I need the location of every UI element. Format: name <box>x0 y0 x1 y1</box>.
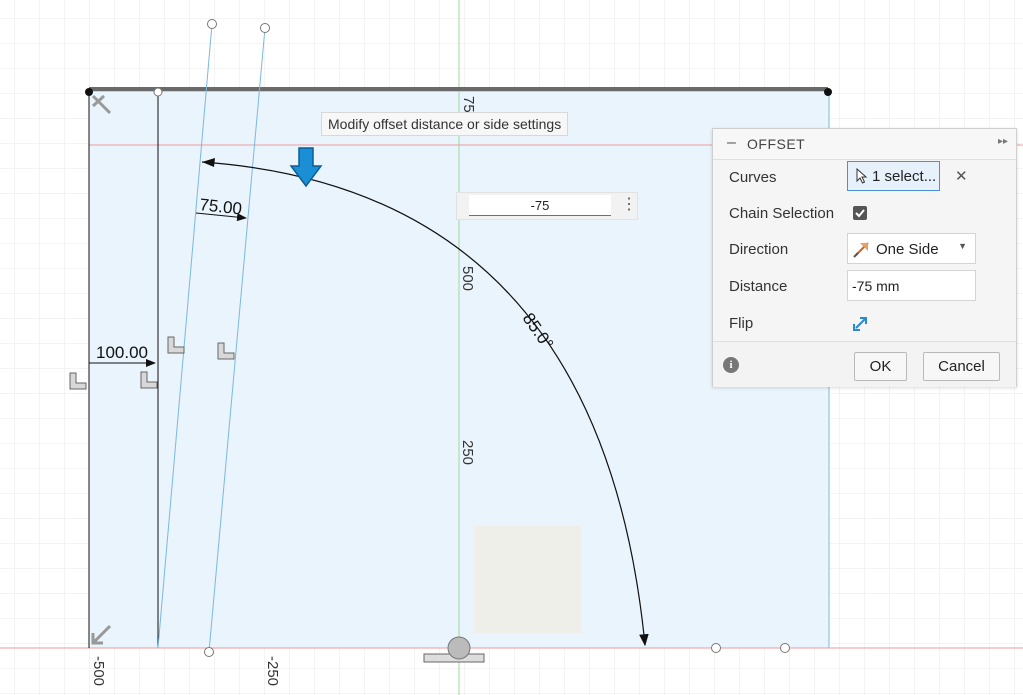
collapse-icon[interactable]: – <box>727 134 736 152</box>
curves-select-button[interactable]: 1 select... <box>847 161 940 191</box>
panel-header: – OFFSET ▸▸ <box>713 129 1016 160</box>
panel-title: OFFSET <box>747 136 806 152</box>
clear-icon[interactable]: ✕ <box>955 167 968 185</box>
offset-panel: – OFFSET ▸▸ Curves 1 select... ✕ Chain S… <box>712 128 1017 387</box>
more-options-icon[interactable]: ⋮ <box>621 196 637 216</box>
construction-point[interactable] <box>207 19 217 29</box>
dimension-input-widget: ⋮ <box>456 192 638 220</box>
chain-selection-checkbox[interactable] <box>853 206 867 220</box>
construction-point[interactable] <box>204 647 214 657</box>
construction-point[interactable] <box>780 643 790 653</box>
cursor-icon <box>856 168 868 184</box>
ruler-label-250: 250 <box>459 440 476 465</box>
ruler-label-neg250: -250 <box>264 656 281 686</box>
direction-value: One Side <box>876 241 939 258</box>
caret-down-icon: ▼ <box>958 241 967 251</box>
curves-select-label: 1 select... <box>872 168 937 185</box>
shaded-region <box>474 526 581 633</box>
panel-footer: i OK Cancel <box>713 341 1016 387</box>
info-icon[interactable]: i <box>723 357 739 373</box>
distance-field[interactable] <box>847 270 976 301</box>
construction-point[interactable] <box>260 23 270 33</box>
flip-icon[interactable] <box>851 313 871 333</box>
ok-button[interactable]: OK <box>854 352 907 381</box>
curves-label: Curves <box>729 169 777 186</box>
chain-selection-label: Chain Selection <box>729 205 835 222</box>
tooltip: Modify offset distance or side settings <box>321 112 569 136</box>
dimension-100[interactable]: 100.00 <box>96 343 148 362</box>
ruler-label-75: 75 <box>460 96 477 113</box>
direction-dropdown[interactable]: One Side ▼ <box>847 233 976 264</box>
ruler-label-neg500: -500 <box>90 656 107 686</box>
construction-point[interactable] <box>711 643 721 653</box>
direction-label: Direction <box>729 241 789 258</box>
flip-label: Flip <box>729 315 754 332</box>
cancel-button[interactable]: Cancel <box>923 352 1000 381</box>
distance-label: Distance <box>729 278 788 295</box>
edge-endpoint-right[interactable] <box>824 88 832 96</box>
expand-panel-icon[interactable]: ▸▸ <box>998 136 1008 147</box>
ruler-label-500: 500 <box>459 266 476 291</box>
offset-distance-input[interactable] <box>469 195 611 216</box>
direction-icon <box>853 242 869 258</box>
check-icon <box>855 209 865 218</box>
construction-point[interactable] <box>153 87 163 97</box>
